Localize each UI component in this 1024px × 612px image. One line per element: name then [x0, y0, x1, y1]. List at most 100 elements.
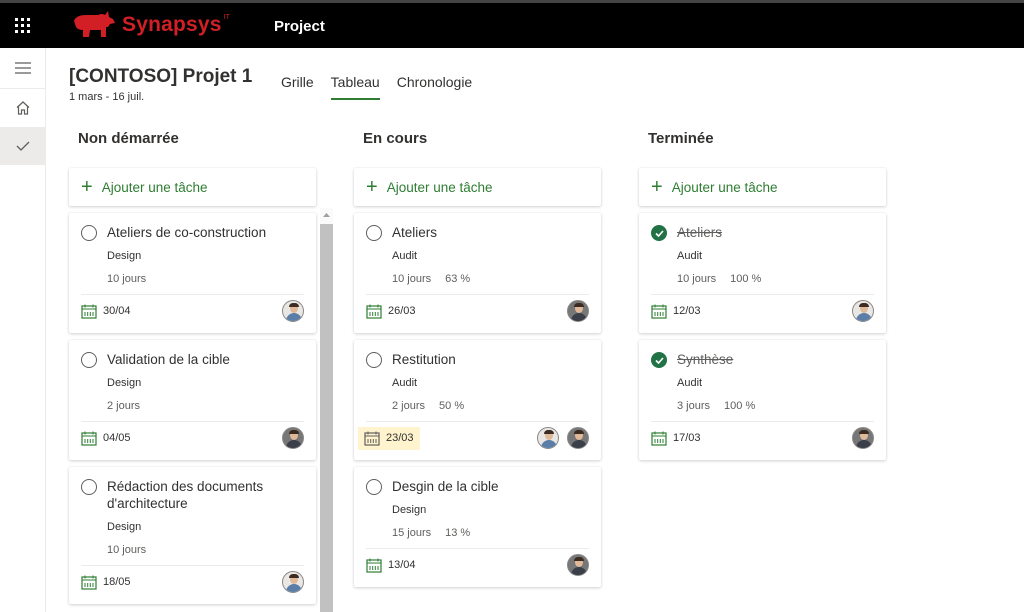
due-date[interactable]: 04/05	[81, 428, 135, 449]
tab-tableau[interactable]: Tableau	[330, 74, 380, 100]
assignees	[567, 300, 589, 322]
completed-check-icon[interactable]	[651, 225, 667, 241]
task-bucket: Design	[107, 521, 142, 533]
bucket-title: Non démarrée	[78, 130, 179, 147]
task-title[interactable]: Validation de la cible	[107, 351, 230, 368]
add-task-button[interactable]: + Ajouter une tâche	[354, 168, 601, 206]
left-rail	[0, 48, 46, 612]
task-duration: 10 jours	[392, 273, 432, 285]
task-title[interactable]: Ateliers	[392, 224, 437, 241]
task-card[interactable]: Validation de la cible Design 2 jours 04…	[69, 340, 316, 460]
hamburger-menu-icon	[14, 62, 31, 74]
task-card[interactable]: Ateliers Audit 10 jours 100 % 12/03	[639, 213, 886, 333]
task-duration: 10 jours	[107, 273, 147, 285]
task-bucket: Design	[392, 504, 427, 516]
bucket-column: Non démarrée + Ajouter une tâche Atelier…	[69, 130, 316, 604]
scroll-up-button[interactable]	[320, 208, 333, 222]
calendar-icon	[366, 304, 382, 319]
calendar-icon	[651, 431, 667, 446]
task-duration: 3 jours	[677, 400, 711, 412]
column-scrollbar[interactable]	[320, 208, 333, 612]
task-progress: 13 %	[445, 527, 471, 539]
assignee-avatar[interactable]	[852, 300, 874, 322]
task-title[interactable]: Ateliers de co-construction	[107, 224, 266, 241]
task-card[interactable]: Synthèse Audit 3 jours 100 % 17/03	[639, 340, 886, 460]
assignee-avatar[interactable]	[567, 554, 589, 576]
task-card[interactable]: Restitution Audit 2 jours 50 % 23/03	[354, 340, 601, 460]
assignees	[852, 427, 874, 449]
due-date[interactable]: 30/04	[81, 301, 135, 322]
task-bucket: Design	[107, 377, 142, 389]
task-duration: 2 jours	[107, 400, 141, 412]
project-header: [CONTOSO] Projet 1 1 mars - 16 juil.	[69, 66, 252, 103]
bucket-column: En cours + Ajouter une tâche Ateliers Au…	[354, 130, 601, 587]
home-icon	[16, 101, 29, 115]
complete-task-toggle[interactable]	[366, 352, 382, 368]
plus-icon: +	[366, 176, 378, 198]
assignee-avatar[interactable]	[282, 571, 304, 593]
assignee-avatar[interactable]	[852, 427, 874, 449]
task-title[interactable]: Desgin de la cible	[392, 478, 499, 495]
project-dates: 1 mars - 16 juil.	[69, 91, 145, 103]
tab-chronologie[interactable]: Chronologie	[397, 74, 473, 98]
assignee-avatar[interactable]	[567, 300, 589, 322]
due-date-text: 23/03	[386, 432, 414, 444]
task-title[interactable]: Restitution	[392, 351, 456, 368]
task-title[interactable]: Ateliers	[677, 224, 722, 241]
due-date-text: 12/03	[673, 305, 701, 317]
top-bar: Synapsys IT Project	[0, 0, 1024, 48]
task-progress: 50 %	[439, 400, 465, 412]
completed-check-icon[interactable]	[651, 352, 667, 368]
sidebar-item-tasks[interactable]	[0, 127, 45, 165]
task-bucket: Audit	[392, 250, 418, 262]
due-date[interactable]: 13/04	[366, 555, 420, 576]
assignees	[567, 554, 589, 576]
assignee-avatar[interactable]	[567, 427, 589, 449]
complete-task-toggle[interactable]	[366, 479, 382, 495]
page-title: [CONTOSO] Projet 1	[69, 66, 253, 87]
assignee-avatar[interactable]	[537, 427, 559, 449]
brand-logo[interactable]: Synapsys IT	[72, 11, 230, 39]
due-date[interactable]: 12/03	[651, 301, 705, 322]
complete-task-toggle[interactable]	[81, 352, 97, 368]
complete-task-toggle[interactable]	[81, 225, 97, 241]
brand-superscript: IT	[223, 14, 230, 21]
due-date[interactable]: 23/03	[358, 426, 420, 450]
task-bucket: Audit	[392, 377, 418, 389]
task-card[interactable]: Ateliers de co-construction Design 10 jo…	[69, 213, 316, 333]
brand-name: Synapsys	[122, 13, 222, 36]
waffle-icon	[14, 18, 30, 33]
add-task-button[interactable]: + Ajouter une tâche	[639, 168, 886, 206]
due-date[interactable]: 17/03	[651, 428, 705, 449]
due-date-text: 04/05	[103, 432, 131, 444]
task-title[interactable]: Rédaction des documents d'architecture	[107, 478, 304, 512]
collapse-menu-button[interactable]	[0, 48, 45, 89]
due-date-text: 13/04	[388, 559, 416, 571]
task-card[interactable]: Desgin de la cible Design 15 jours 13 % …	[354, 467, 601, 587]
add-task-button[interactable]: + Ajouter une tâche	[69, 168, 316, 206]
task-title[interactable]: Synthèse	[677, 351, 733, 368]
add-task-label: Ajouter une tâche	[386, 179, 493, 195]
calendar-icon	[81, 304, 97, 319]
rhino-icon	[74, 11, 115, 37]
task-duration: 10 jours	[677, 273, 717, 285]
calendar-icon	[81, 575, 97, 590]
due-date[interactable]: 26/03	[366, 301, 420, 322]
task-card[interactable]: Ateliers Audit 10 jours 63 % 26/03	[354, 213, 601, 333]
app-launcher-button[interactable]	[0, 3, 44, 48]
complete-task-toggle[interactable]	[81, 479, 97, 495]
complete-task-toggle[interactable]	[366, 225, 382, 241]
assignees	[282, 300, 304, 322]
add-task-label: Ajouter une tâche	[671, 179, 778, 195]
due-date-text: 18/05	[103, 576, 131, 588]
assignee-avatar[interactable]	[282, 300, 304, 322]
sidebar-item-home[interactable]	[0, 89, 45, 127]
task-card[interactable]: Rédaction des documents d'architecture D…	[69, 467, 316, 604]
calendar-icon	[364, 431, 380, 446]
tab-grille[interactable]: Grille	[281, 74, 314, 98]
assignee-avatar[interactable]	[282, 427, 304, 449]
plus-icon: +	[81, 176, 93, 198]
due-date[interactable]: 18/05	[81, 572, 135, 593]
task-duration: 10 jours	[107, 544, 147, 556]
scrollbar-thumb[interactable]	[320, 224, 333, 612]
